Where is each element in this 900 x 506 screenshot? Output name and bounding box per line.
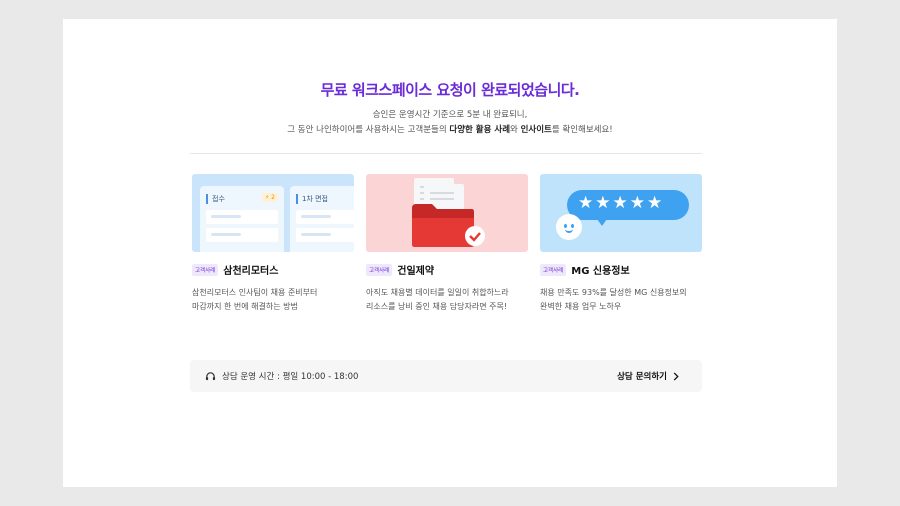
case-badge: 고객사례 [366,263,393,276]
check-icon [465,226,485,246]
completion-panel: 무료 워크스페이스 요청이 완료되었습니다. 승인은 운영시간 기준으로 5분 … [63,19,837,487]
case-thumbnail-kanban: 접수 ⚡ 2 1차 면접 ⚡ [192,174,354,252]
case-summary: 채용 만족도 93%를 달성한 MG 신용정보의 완벽한 채용 업무 노하우 [540,288,687,311]
contact-label: 상담 문의하기 [617,372,667,382]
description-line-1: 승인은 운영시간 기준으로 5분 내 완료되니, [372,110,528,120]
consultation-hours: 상담 운영 시간 : 평일 10:00 - 18:00 [222,372,359,382]
case-thumbnail-folder [366,174,528,252]
bolt-icon: ⚡ [265,194,270,201]
divider [190,153,702,154]
chevron-right-icon [673,371,679,381]
page-title: 무료 워크스페이스 요청이 완료되었습니다. [320,81,580,99]
case-company-name: 건일제약 [397,266,435,277]
case-company-name: MG 신용정보 [571,266,630,277]
case-summary: 삼천리모터스 인사팀이 채용 준비부터 마감까지 한 번에 해결하는 방법 [192,288,318,311]
smile-face-icon [556,214,582,240]
case-badge: 고객사례 [192,263,219,276]
page-description: 승인은 운영시간 기준으로 5분 내 완료되니, 그 동안 나인하이어를 사용하… [63,108,837,138]
case-badge: 고객사례 [540,263,567,276]
contact-button[interactable]: 상담 문의하기 [617,370,680,382]
case-thumbnail-rating: ★★★★★ [540,174,702,252]
star-rating-icon: ★★★★★ [578,193,665,213]
headset-icon [205,371,216,380]
case-card-kunil[interactable]: 고객사례 건일제약 아직도 채용별 데이터를 일일이 취합하느라 리소스를 낭비… [366,174,528,314]
case-card-samchully[interactable]: 접수 ⚡ 2 1차 면접 ⚡ 고객사례 삼천리모터스 삼천리모터스 인사팀이 채… [192,174,354,314]
case-company-name: 삼천리모터스 [223,266,279,277]
consultation-bar: 상담 운영 시간 : 평일 10:00 - 18:00 상담 문의하기 [190,360,702,392]
case-summary: 아직도 채용별 데이터를 일일이 취합하느라 리소스를 낭비 중인 채용 담당자… [366,288,509,311]
case-card-mg[interactable]: ★★★★★ 고객사례 MG 신용정보 채용 만족도 93%를 달성한 MG 신용… [540,174,702,314]
description-line-2: 그 동안 나인하이어를 사용하시는 고객분들의 다양한 활용 사례와 인사이트를… [287,125,613,135]
